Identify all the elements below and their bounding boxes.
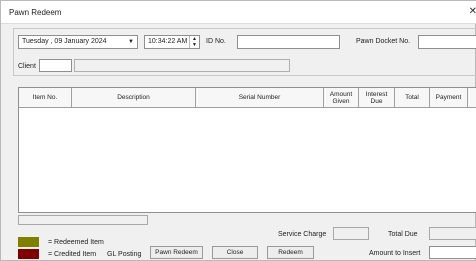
client-name-field (74, 59, 290, 72)
total-due-field (429, 227, 476, 240)
column-header-total[interactable]: Total (395, 88, 430, 108)
close-button[interactable]: Close (212, 246, 258, 259)
time-value: 10:34:22 AM (148, 38, 188, 45)
date-picker[interactable]: Tuesday , 09 January 2024 ▼ (18, 35, 138, 49)
amount-to-insert-input[interactable] (429, 246, 476, 259)
column-header-amount-given[interactable]: Amount Given (324, 88, 359, 108)
amount-to-insert-label: Amount to Insert (369, 250, 421, 257)
pawn-redeem-button[interactable]: Pawn Redeem (150, 246, 203, 259)
column-header-serial-number[interactable]: Serial Number (196, 88, 324, 108)
id-no-input[interactable] (237, 35, 340, 49)
date-value: Tuesday , 09 January 2024 (22, 38, 107, 45)
gl-posting-label: GL Posting (107, 251, 142, 258)
column-header-description[interactable]: Description (72, 88, 196, 108)
items-grid[interactable]: Item No. Description Serial Number Amoun… (18, 87, 476, 213)
column-header-payment[interactable]: Payment (430, 88, 468, 108)
grid-header: Item No. Description Serial Number Amoun… (19, 88, 476, 108)
spin-down-icon[interactable]: ▼ (190, 42, 199, 48)
credited-color-swatch (18, 249, 39, 259)
column-header-interest-due[interactable]: Interest Due (359, 88, 395, 108)
client-label: Client (18, 63, 36, 70)
pawn-docket-input[interactable] (418, 35, 476, 49)
service-charge-label: Service Charge (278, 231, 327, 238)
pawn-docket-label: Pawn Docket No. (356, 38, 411, 45)
id-no-label: ID No. (206, 38, 226, 45)
time-spinner[interactable]: ▲ ▼ (189, 36, 199, 48)
credited-legend-label: = Credited Item (48, 251, 97, 258)
time-picker[interactable]: 10:34:22 AM ▲ ▼ (144, 35, 200, 49)
pawn-redeem-window: Pawn Redeem ✕ Tuesday , 09 January 2024 … (0, 0, 476, 261)
service-charge-field (333, 227, 369, 240)
column-header-extra[interactable] (468, 88, 476, 108)
total-due-label: Total Due (388, 231, 418, 238)
client-code-input[interactable] (39, 59, 72, 72)
column-header-item-no[interactable]: Item No. (19, 88, 72, 108)
window-title: Pawn Redeem (9, 8, 62, 17)
status-field (18, 215, 148, 225)
redeem-button[interactable]: Redeem (267, 246, 314, 259)
redeemed-legend-label: = Redeemed Item (48, 239, 104, 246)
title-bar: Pawn Redeem ✕ (1, 1, 476, 24)
close-icon[interactable]: ✕ (469, 6, 476, 17)
chevron-down-icon[interactable]: ▼ (126, 37, 136, 47)
redeemed-color-swatch (18, 237, 39, 247)
